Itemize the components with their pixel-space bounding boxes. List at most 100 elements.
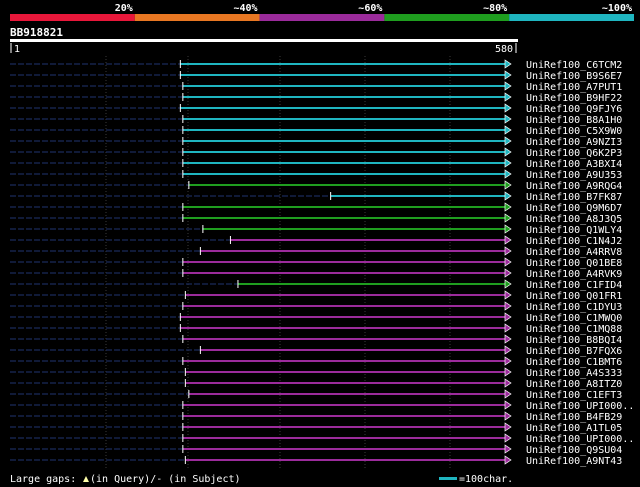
hit-arrow-icon xyxy=(504,180,512,190)
hit-name[interactable]: UniRef100_C1N4J2 xyxy=(526,236,622,247)
hit-name[interactable]: UniRef100_B7FK87 xyxy=(526,192,622,203)
hit-name[interactable]: UniRef100_A8J3Q5 xyxy=(526,214,622,225)
hit-arrow-icon xyxy=(504,59,512,69)
hit-name[interactable]: UniRef100_Q9SU04 xyxy=(526,445,622,456)
hit-name[interactable]: UniRef100_Q01BE8 xyxy=(526,258,622,269)
hit-name[interactable]: UniRef100_A9U353 xyxy=(526,170,622,181)
hit-row[interactable]: UniRef100_UPI000.. xyxy=(10,400,634,412)
hit-row[interactable]: UniRef100_C1BMT6 xyxy=(10,356,622,368)
hit-arrow-icon xyxy=(504,334,512,344)
hit-row[interactable]: UniRef100_C1N4J2 xyxy=(10,235,622,247)
hit-name[interactable]: UniRef100_A1TL05 xyxy=(526,423,622,434)
hit-row[interactable]: UniRef100_B9HF22 xyxy=(10,92,622,104)
hit-row[interactable]: UniRef100_A9RQG4 xyxy=(10,180,622,192)
query-start-label: 1 xyxy=(14,44,20,55)
hit-name[interactable]: UniRef100_Q6K2P3 xyxy=(526,148,622,159)
hit-name[interactable]: UniRef100_B7FQX6 xyxy=(526,346,622,357)
hit-name[interactable]: UniRef100_C1EFT3 xyxy=(526,390,622,401)
hit-row[interactable]: UniRef100_C1MQ88 xyxy=(10,323,622,335)
hit-row[interactable]: UniRef100_A4RVK9 xyxy=(10,268,622,280)
hit-name[interactable]: UniRef100_A3BXI4 xyxy=(526,159,622,170)
hit-row[interactable]: UniRef100_A1TL05 xyxy=(10,422,622,434)
hit-name[interactable]: UniRef100_UPI000.. xyxy=(526,434,634,445)
hit-row[interactable]: UniRef100_C1EFT3 xyxy=(10,389,622,401)
hit-arrow-icon xyxy=(504,169,512,179)
hit-arrow-icon xyxy=(504,158,512,168)
hit-row[interactable]: UniRef100_B7FK87 xyxy=(10,191,622,203)
hit-arrow-icon xyxy=(504,235,512,245)
hit-row[interactable]: UniRef100_A7PUT1 xyxy=(10,81,622,93)
hit-name[interactable]: UniRef100_A4RRV8 xyxy=(526,247,622,258)
legend-segment-1 xyxy=(10,14,135,21)
hit-name[interactable]: UniRef100_C5X9W0 xyxy=(526,126,622,137)
hit-name[interactable]: UniRef100_B9S6E7 xyxy=(526,71,622,82)
identity-legend-bar xyxy=(10,14,634,21)
hit-name[interactable]: UniRef100_A4S333 xyxy=(526,368,622,379)
hit-arrow-icon xyxy=(504,356,512,366)
hit-name[interactable]: UniRef100_UPI000.. xyxy=(526,401,634,412)
hit-arrow-icon xyxy=(504,268,512,278)
hit-row[interactable]: UniRef100_A3BXI4 xyxy=(10,158,622,170)
hit-row[interactable]: UniRef100_B7FQX6 xyxy=(10,345,622,357)
hit-name[interactable]: UniRef100_A4RVK9 xyxy=(526,269,622,280)
hit-row[interactable]: UniRef100_B4FB29 xyxy=(10,411,622,423)
hit-row[interactable]: UniRef100_A9NT43 xyxy=(10,455,622,467)
hit-row[interactable]: UniRef100_C1DYU3 xyxy=(10,301,622,313)
hit-name[interactable]: UniRef100_C1FID4 xyxy=(526,280,622,291)
hit-row[interactable]: UniRef100_B8BQI4 xyxy=(10,334,622,346)
hit-arrow-icon xyxy=(504,147,512,157)
hit-arrow-icon xyxy=(504,345,512,355)
hit-name[interactable]: UniRef100_A9RQG4 xyxy=(526,181,622,192)
hit-name[interactable]: UniRef100_Q9FJY6 xyxy=(526,104,622,115)
hit-name[interactable]: UniRef100_A9NZI3 xyxy=(526,137,622,148)
hit-name[interactable]: UniRef100_Q9M6D7 xyxy=(526,203,622,214)
hit-name[interactable]: UniRef100_C1BMT6 xyxy=(526,357,622,368)
hit-name[interactable]: UniRef100_C1MWQ0 xyxy=(526,313,622,324)
hit-arrow-icon xyxy=(504,92,512,102)
hit-arrow-icon xyxy=(504,114,512,124)
hit-name[interactable]: UniRef100_C1MQ88 xyxy=(526,324,622,335)
gap-legend-prefix: Large gaps: xyxy=(10,474,76,485)
hit-row[interactable]: UniRef100_UPI000.. xyxy=(10,433,634,445)
hit-name[interactable]: UniRef100_B9HF22 xyxy=(526,93,622,104)
hit-row[interactable]: UniRef100_A9NZI3 xyxy=(10,136,622,148)
hit-name[interactable]: UniRef100_Q01FR1 xyxy=(526,291,622,302)
hit-row[interactable]: UniRef100_A8J3Q5 xyxy=(10,213,622,225)
hit-name[interactable]: UniRef100_A9NT43 xyxy=(526,456,622,467)
scale-bar xyxy=(439,477,457,480)
hit-row[interactable]: UniRef100_C5X9W0 xyxy=(10,125,622,137)
hit-row[interactable]: UniRef100_Q6K2P3 xyxy=(10,147,622,159)
hit-row[interactable]: UniRef100_C1MWQ0 xyxy=(10,312,622,324)
hit-name[interactable]: UniRef100_B4FB29 xyxy=(526,412,622,423)
hit-row[interactable]: UniRef100_A4RRV8 xyxy=(10,246,622,258)
hit-row[interactable]: UniRef100_Q1WLY4 xyxy=(10,224,622,236)
hit-row[interactable]: UniRef100_A9U353 xyxy=(10,169,622,181)
hit-row[interactable]: UniRef100_B9S6E7 xyxy=(10,70,622,82)
hit-list: UniRef100_C6TCM2UniRef100_B9S6E7UniRef10… xyxy=(10,59,634,467)
hit-name[interactable]: UniRef100_B8A1H0 xyxy=(526,115,622,126)
hit-row[interactable]: UniRef100_A4S333 xyxy=(10,367,622,379)
hit-arrow-icon xyxy=(504,70,512,80)
hit-row[interactable]: UniRef100_B8A1H0 xyxy=(10,114,622,126)
gap-marker-icon xyxy=(83,476,89,482)
hit-arrow-icon xyxy=(504,279,512,289)
legend-label-3: ~60% xyxy=(358,3,382,14)
hit-name[interactable]: UniRef100_C1DYU3 xyxy=(526,302,622,313)
gap-legend-text: (in Query)/- (in Subject) xyxy=(90,474,241,485)
hit-name[interactable]: UniRef100_A7PUT1 xyxy=(526,82,622,93)
hit-row[interactable]: UniRef100_Q9SU04 xyxy=(10,444,622,456)
hit-row[interactable]: UniRef100_Q01FR1 xyxy=(10,290,622,302)
hit-row[interactable]: UniRef100_C6TCM2 xyxy=(10,59,622,71)
hit-arrow-icon xyxy=(504,411,512,421)
hit-arrow-icon xyxy=(504,136,512,146)
hit-row[interactable]: UniRef100_C1FID4 xyxy=(10,279,622,291)
hit-row[interactable]: UniRef100_Q9M6D7 xyxy=(10,202,622,214)
legend-segment-5 xyxy=(509,14,634,21)
hit-row[interactable]: UniRef100_Q9FJY6 xyxy=(10,103,622,115)
hit-row[interactable]: UniRef100_A8ITZ0 xyxy=(10,378,622,390)
hit-name[interactable]: UniRef100_C6TCM2 xyxy=(526,60,622,71)
hit-name[interactable]: UniRef100_B8BQI4 xyxy=(526,335,622,346)
hit-name[interactable]: UniRef100_A8ITZ0 xyxy=(526,379,622,390)
hit-name[interactable]: UniRef100_Q1WLY4 xyxy=(526,225,622,236)
hit-row[interactable]: UniRef100_Q01BE8 xyxy=(10,257,622,269)
